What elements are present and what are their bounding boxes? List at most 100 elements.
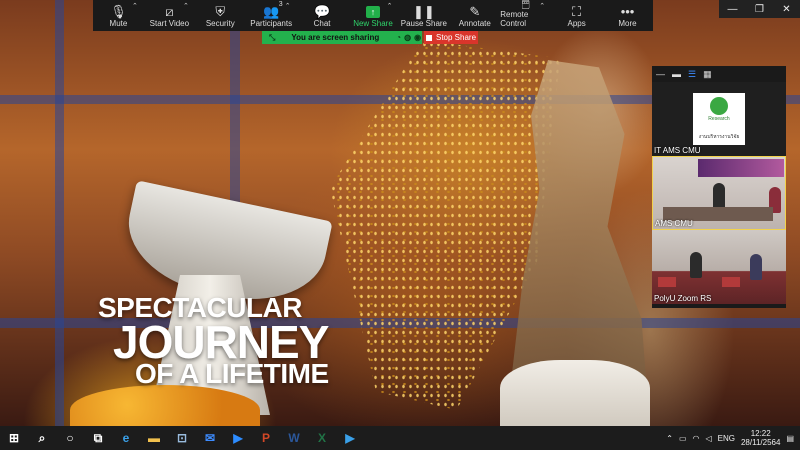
wifi-icon[interactable]: ◠ [693, 434, 700, 443]
pause-share-button[interactable]: ❚❚ Pause Share [398, 0, 449, 31]
more-button[interactable]: ••• More [602, 0, 653, 31]
chat-button[interactable]: 💬 Chat [297, 0, 348, 31]
system-tray: ⌃ ▭ ◠ ◁ ENG 12:22 28/11/2564 ▤ [666, 429, 800, 447]
powerpoint-icon[interactable]: P [252, 426, 280, 450]
sharing-status-pill: ⤡ You are screen sharing ◔ ◍ ◉ [262, 31, 422, 44]
gallery-view-icon[interactable]: ▦ [703, 69, 712, 80]
mute-button[interactable]: ⌃ 🎙 Mute [93, 0, 144, 31]
wall-banner [698, 159, 784, 177]
battery-icon[interactable]: ▭ [679, 434, 687, 443]
video-off-icon: ⧄ [165, 4, 174, 19]
task-view-icon[interactable]: ⧉ [84, 426, 112, 450]
participant-tile[interactable]: PolyU Zoom RS [652, 230, 786, 304]
taskbar-apps: ⊞ ⌕ ○ ⧉ e ▬ ⊡ ✉ ▶ P W X ▶ [0, 426, 364, 450]
participants-icon: 👥 [263, 4, 280, 19]
participant-person [690, 252, 702, 278]
language-indicator[interactable]: ENG [718, 434, 735, 443]
notifications-icon[interactable]: ▤ [786, 434, 794, 443]
new-share-button[interactable]: ⌃ ↑ New Share [348, 0, 399, 31]
chevron-up-icon[interactable]: ⌃ [387, 2, 393, 10]
volume-icon[interactable]: ◁ [705, 434, 711, 443]
start-video-label: Start Video [149, 19, 190, 28]
speaker-view-icon[interactable]: ☰ [688, 69, 696, 80]
remote-control-label: Remote Control [500, 10, 529, 28]
start-video-button[interactable]: ⌃ ⧄ Start Video [144, 0, 195, 31]
research-logo: Research งานบริหารงานวิจัย [693, 93, 745, 145]
minimize-icon[interactable]: — [719, 0, 746, 18]
mouse-icon: 🖱 [521, 0, 530, 10]
share-arrow-icon: ↑ [365, 6, 380, 18]
participant-name: IT AMS CMU [654, 146, 701, 155]
remote-control-button[interactable]: ⌃ 🖱 Remote Control [500, 0, 551, 31]
participants-label: Participants [250, 19, 293, 28]
zoom-meeting-toolbar: ⌃ 🎙 Mute ⌃ ⧄ Start Video ⛨ Security 3 ⌃ … [93, 0, 653, 31]
shield-icon: ⛨ [215, 4, 226, 19]
search-icon[interactable]: ⌕ [28, 426, 56, 450]
thumbnail-view-icon[interactable]: ▬ [672, 69, 681, 79]
zoom-icon[interactable]: ▶ [224, 426, 252, 450]
minimize-panel-icon[interactable]: — [656, 69, 665, 79]
edge-icon[interactable]: e [112, 426, 140, 450]
annotate-label: Annotate [458, 19, 491, 28]
participants-count: 3 [278, 1, 283, 8]
red-seat [658, 277, 676, 287]
chevron-up-icon[interactable]: ⌃ [132, 2, 138, 10]
apps-button[interactable]: ⛶ Apps [551, 0, 602, 31]
clock-time: 12:22 [750, 429, 771, 438]
sharing-status-text: You are screen sharing [291, 33, 380, 42]
more-dots-icon: ••• [620, 4, 635, 19]
excel-icon[interactable]: X [308, 426, 336, 450]
logo-thai-text: งานบริหารงานวิจัย [698, 134, 740, 140]
participant-tile[interactable]: Research งานบริหารงานวิจัย IT AMS CMU [652, 82, 786, 156]
pin-icon[interactable]: ⤡ [269, 33, 275, 43]
windows-start-icon[interactable]: ⊞ [0, 426, 28, 450]
restore-icon[interactable]: ❐ [746, 0, 773, 18]
windows-taskbar: ⊞ ⌕ ○ ⧉ e ▬ ⊡ ✉ ▶ P W X ▶ ⌃ ▭ ◠ ◁ ENG 12:22 28/11/25… [0, 426, 800, 450]
word-icon[interactable]: W [280, 426, 308, 450]
clock[interactable]: 12:22 28/11/2564 [741, 429, 780, 447]
screen-sharing-banner: ⤡ You are screen sharing ◔ ◍ ◉ Stop Shar… [262, 31, 478, 44]
window-controls: — ❐ ✕ [719, 0, 800, 18]
file-explorer-icon[interactable]: ▬ [140, 426, 168, 450]
zoom-screen-share-window: SPECTACULAR JOURNEY OF A LIFETIME ⌃ 🎙 Mu… [0, 0, 800, 450]
cortana-icon[interactable]: ○ [56, 426, 84, 450]
background-pillar [55, 0, 64, 426]
chevron-up-icon[interactable]: ⌃ [539, 2, 545, 10]
more-label: More [618, 19, 637, 28]
clock-date: 28/11/2564 [740, 438, 781, 447]
video-gallery-panel: — ▬ ☰ ▦ Research งานบริหารงานวิจัย IT AM… [652, 66, 786, 308]
record-icon: ◉ [414, 33, 422, 42]
chevron-up-icon[interactable]: ⌃ [183, 2, 189, 10]
mail-icon[interactable]: ✉ [196, 426, 224, 450]
new-share-label: New Share [353, 19, 393, 28]
stop-share-button[interactable]: Stop Share [424, 31, 478, 44]
mute-label: Mute [109, 19, 128, 28]
gallery-view-controls: — ▬ ☰ ▦ [652, 66, 786, 82]
leaf-logo-icon [710, 97, 728, 115]
security-button[interactable]: ⛨ Security [195, 0, 246, 31]
participant-name: AMS CMU [655, 219, 693, 228]
microphone-icon: 🎙 [110, 4, 127, 19]
chevron-up-icon[interactable]: ⌃ [285, 2, 291, 10]
red-seat [722, 277, 740, 287]
participant-tile-active-speaker[interactable]: AMS CMU [652, 156, 786, 230]
participants-button[interactable]: 3 ⌃ 👥 Participants [246, 0, 297, 31]
dancer-cloth [500, 360, 650, 430]
apps-label: Apps [567, 19, 586, 28]
tray-overflow-icon[interactable]: ⌃ [666, 434, 673, 443]
store-icon[interactable]: ⊡ [168, 426, 196, 450]
stop-share-label: Stop Share [435, 33, 477, 42]
participant-person [750, 254, 762, 280]
chat-label: Chat [313, 19, 331, 28]
apps-icon: ⛶ [572, 4, 582, 19]
chat-icon: 💬 [313, 4, 331, 19]
pause-icon: ❚❚ [412, 4, 435, 19]
pencil-icon: ✎ [469, 4, 481, 19]
media-icon[interactable]: ▶ [336, 426, 364, 450]
stop-icon [425, 34, 432, 41]
close-icon[interactable]: ✕ [773, 0, 800, 18]
participant-person [713, 183, 725, 209]
annotate-button[interactable]: ✎ Annotate [449, 0, 500, 31]
pause-share-label: Pause Share [400, 19, 448, 28]
slide-headline-line3: OF A LIFETIME [135, 358, 329, 389]
